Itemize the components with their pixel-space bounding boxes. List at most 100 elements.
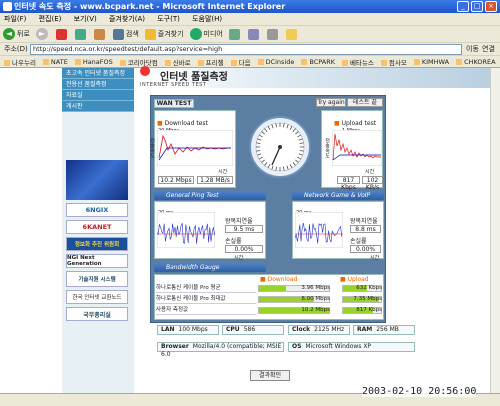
upload-title: ■ Upload test (334, 120, 377, 127)
lan-info: LAN 100 Mbps (157, 325, 219, 335)
cpu-info: CPU 586 (222, 325, 284, 335)
banner-6kanet[interactable]: 6KANET (66, 220, 128, 234)
media-button[interactable]: 미디어 (189, 28, 223, 40)
link-item[interactable]: 베타뉴스 (342, 57, 374, 67)
browser-info: Browser Mozilla/4.0 (compatible; MSIE 6.0 (157, 342, 284, 358)
link-item[interactable]: BCPARK (301, 58, 335, 66)
banner-info-committee[interactable]: 정보화 추진 위원회 (66, 237, 128, 251)
address-input[interactable]: http://speed.nca.or.kr/speedtest/default… (30, 44, 462, 55)
page-subtitle: INTERNET SPEED TEST (140, 82, 207, 88)
clock-info: Clock 2125 MHz (288, 325, 350, 335)
result-button[interactable]: 결과확인 (250, 370, 290, 381)
history-button[interactable] (228, 28, 242, 40)
minimize-button[interactable]: _ (457, 1, 469, 12)
sidebar-item-broadband[interactable]: 초고속 인터넷 품질측정 (62, 68, 134, 79)
link-item[interactable]: DCinside (258, 58, 295, 66)
banner-pm-office[interactable]: 국무총리실 (66, 307, 128, 321)
address-label: 주소(D) (4, 45, 28, 53)
history-icon (228, 28, 240, 40)
logo-icon (140, 66, 150, 76)
sidebar-item-board[interactable]: 게시판 (62, 101, 134, 112)
download-graph (157, 130, 233, 166)
home-button[interactable] (93, 28, 107, 40)
edit-button[interactable] (285, 28, 299, 40)
banner-ngi[interactable]: NGI Next Generation (66, 254, 128, 268)
sidebar-item-leased-line[interactable]: 전용선 품질측정 (62, 79, 134, 90)
link-item[interactable]: KIMHWA (414, 58, 449, 66)
download-mbps-value: 10.2 Mbps (158, 176, 194, 184)
back-arrow-icon: ◄ (3, 28, 15, 40)
menu-view[interactable]: 보기(V) (74, 15, 97, 23)
link-item[interactable]: NATE (43, 58, 68, 66)
search-button[interactable]: 검색 (112, 28, 139, 40)
note-icon (285, 28, 297, 40)
banner-kinx[interactable]: 한국 인터넷 교환노드 (66, 290, 128, 304)
link-item[interactable]: 나우누리 (4, 57, 36, 67)
forward-button[interactable]: ► (35, 28, 50, 40)
tab-wan-test[interactable]: WAN TEST (154, 99, 194, 108)
link-item[interactable]: 신바로 (165, 57, 191, 67)
link-item[interactable]: 프리첼 (198, 57, 224, 67)
link-item[interactable]: 컴사모 (381, 57, 407, 67)
ping-axis: 시간 (234, 255, 244, 261)
upload-value: 632 Kbps (356, 285, 382, 291)
banner-6ngix[interactable]: 6NGIX (66, 203, 128, 217)
link-item[interactable]: 다음 (231, 57, 251, 67)
link-item[interactable]: 코리아닷컴 (120, 57, 158, 67)
ping-test-header: General Ping Test (154, 191, 266, 200)
menu-favorites[interactable]: 즐겨찾기(A) (109, 15, 145, 23)
menu-edit[interactable]: 편집(E) (39, 15, 62, 23)
download-title: ■ Download test (157, 120, 208, 127)
ram-info: RAM 256 MB (353, 325, 415, 335)
back-button[interactable]: ◄ 뒤로 (3, 28, 30, 40)
mail-button[interactable] (247, 28, 261, 40)
gauge-download-header: ■ Download (260, 276, 298, 283)
bandwidth-gauge-header: Bandwidth Gauge (154, 263, 266, 272)
page-title: 인터넷 품질측정 (160, 72, 228, 83)
menu-tools[interactable]: 도구(T) (157, 15, 180, 23)
media-icon (189, 28, 202, 40)
favorites-button[interactable]: 즐겨찾기 (144, 28, 184, 40)
sidebar-item-archive[interactable]: 자료실 (62, 90, 134, 101)
print-icon (266, 28, 278, 40)
links-bar: 나우누리 NATE HanaFOS 코리아닷컴 신바로 프리첼 다음 DCins… (0, 55, 500, 68)
upload-axis: 시간 (365, 169, 375, 175)
gauge-row-name: 하나로통신 케이블 Pro 최대값 (156, 295, 256, 304)
promo-globe-banner[interactable] (66, 160, 128, 200)
close-button[interactable]: × (485, 1, 497, 12)
link-item[interactable]: HanaFOS (75, 58, 113, 66)
link-item[interactable]: CHKOREA (456, 58, 496, 66)
menu-file[interactable]: 파일(F) (4, 15, 26, 23)
go-button[interactable]: 이동 (466, 43, 479, 55)
try-again-button[interactable]: Try again (316, 98, 346, 107)
star-icon (144, 28, 156, 40)
ping-graph (157, 212, 215, 248)
stop-icon (55, 28, 67, 40)
upload-kbps-value: 817 Kbps (337, 176, 360, 191)
ping-loss-value: 0.00% (225, 245, 263, 253)
maximize-button[interactable]: □ (471, 1, 483, 12)
vertical-scrollbar[interactable] (490, 68, 500, 393)
download-value: 3.96 Mbps (301, 285, 330, 291)
end-test-button[interactable]: 테스트 끝 (347, 98, 383, 107)
upload-kbs-value: 102 KB/s (362, 176, 383, 191)
download-axis: 시간 (218, 169, 228, 175)
refresh-button[interactable] (74, 28, 88, 40)
download-value: 8.00 Mbps (301, 296, 330, 302)
voip-rtt-value: 8.8 ms (350, 225, 381, 233)
print-button[interactable] (266, 28, 280, 40)
banner-tech-support[interactable]: 기술지원 시스템 (66, 271, 128, 287)
gauge-upload-header: ■ Upload (340, 276, 369, 283)
voip-graph (295, 212, 343, 248)
menu-help[interactable]: 도움말(H) (192, 15, 222, 23)
voip-rtt-label: 왕복지연율 (350, 218, 378, 225)
upload-ylabel: 전송속도 (324, 138, 330, 158)
search-icon (112, 28, 124, 40)
download-value: 10.2 Mbps (301, 307, 330, 313)
download-mbs-value: 1.28 MB/s (197, 176, 233, 184)
gauge-row-name: 하나로통신 케이블 Pro 평균 (156, 284, 256, 293)
voip-loss-value: 0.00% (350, 245, 381, 253)
os-info: OS Microsoft Windows XP (288, 342, 415, 352)
gauge-row-name: 사용자 측정값 (156, 306, 256, 315)
stop-button[interactable] (55, 28, 69, 40)
